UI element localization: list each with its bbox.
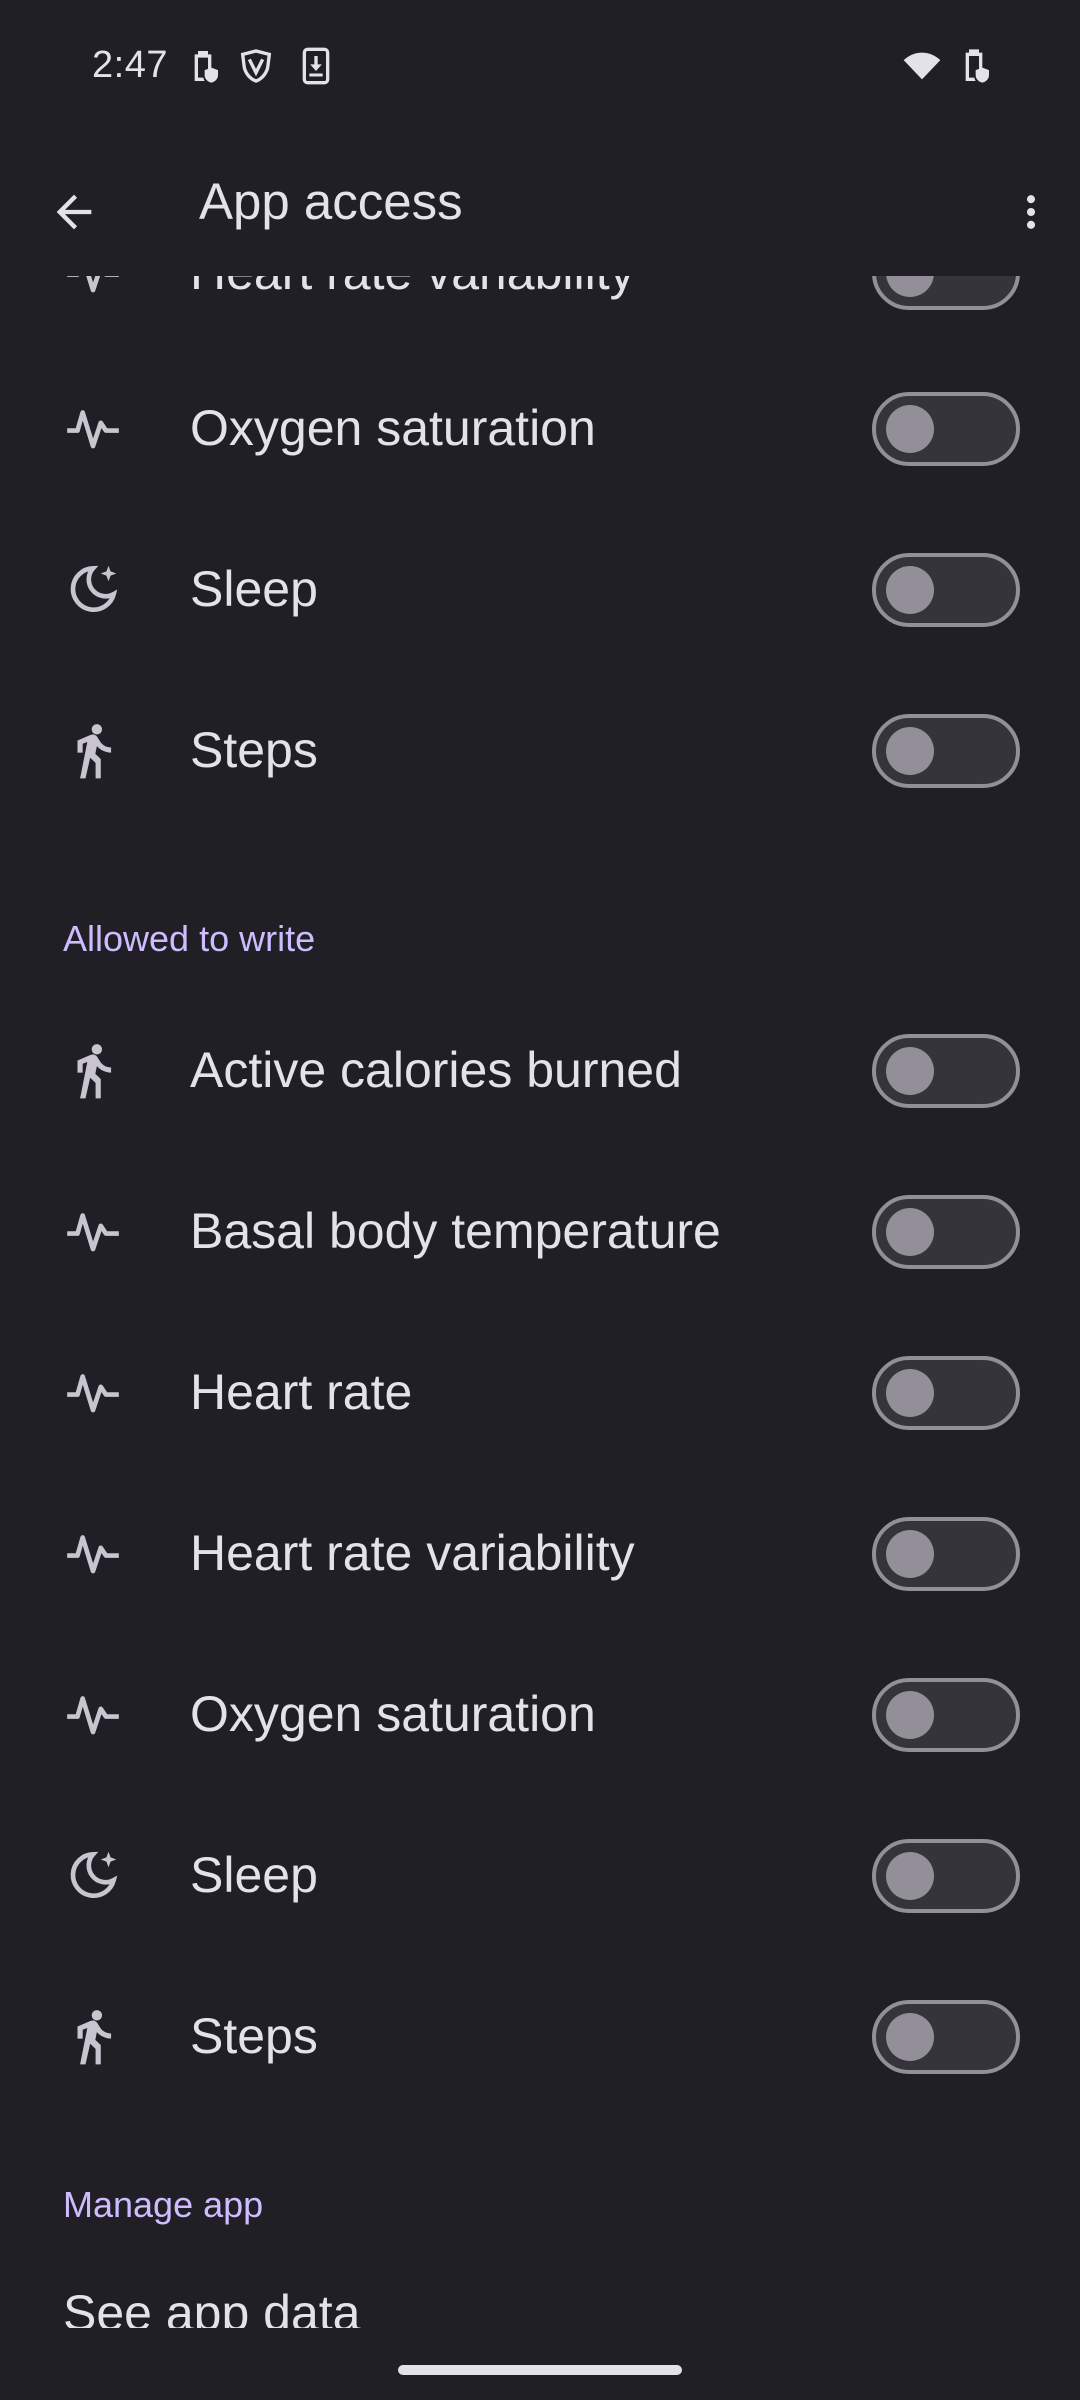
permission-label: Heart rate variability [190,276,635,301]
permission-label: Sleep [190,561,318,617]
permission-row-heart-rate-variability[interactable]: Heart rate variability [0,1473,1080,1633]
toggle-thumb [886,405,934,453]
toggle-thumb [886,727,934,775]
permission-row-steps[interactable]: Steps [0,1956,1080,2116]
more-options-button[interactable] [996,170,1066,254]
permission-toggle[interactable] [872,276,1020,310]
directions-run-icon [62,2005,124,2067]
sleep-moon-icon [62,558,124,620]
permission-row-basal-body-temperature[interactable]: Basal body temperature [0,1151,1080,1311]
permission-toggle[interactable] [872,1034,1020,1108]
vitals-icon [62,1683,124,1745]
toggle-thumb [886,566,934,614]
permission-row-sleep[interactable]: Sleep [0,509,1080,669]
see-app-data-link[interactable]: See app data [63,2284,361,2328]
vitals-icon [62,1522,124,1584]
permission-toggle[interactable] [872,1356,1020,1430]
permission-toggle[interactable] [872,392,1020,466]
wifi-icon [900,46,944,86]
permission-label: Oxygen saturation [190,1686,596,1742]
arrow-back-icon [56,194,92,230]
directions-run-icon [62,1039,124,1101]
battery-charging-icon [954,46,994,86]
permission-label: Basal body temperature [190,1203,721,1259]
permission-toggle[interactable] [872,714,1020,788]
vitals-icon [62,276,124,303]
permission-row-heart-rate[interactable]: Heart rate [0,1312,1080,1472]
vitals-icon [62,1200,124,1262]
permission-label: Sleep [190,1847,318,1903]
toggle-thumb [886,1852,934,1900]
section-header-allowed-to-write: Allowed to write [63,918,316,959]
sleep-moon-icon [62,1844,124,1906]
toggle-thumb [886,1691,934,1739]
battery-saver-icon [183,46,223,86]
permission-toggle[interactable] [872,2000,1020,2074]
toggle-thumb [886,1530,934,1578]
permission-label: Heart rate variability [190,1525,635,1581]
more-vertical-icon [1026,195,1036,229]
permission-label: Steps [190,722,318,778]
permission-toggle[interactable] [872,553,1020,627]
permission-label: Steps [190,2008,318,2064]
vpn-shield-icon [236,46,276,86]
permissions-list[interactable]: Heart rate variability Oxygen saturation… [0,276,1080,2328]
permission-toggle[interactable] [872,1678,1020,1752]
toggle-thumb [886,276,934,297]
toggle-thumb [886,1047,934,1095]
permission-row-active-calories-burned[interactable]: Active calories burned [0,990,1080,1150]
section-header-manage-app: Manage app [63,2184,264,2225]
status-time: 2:47 [92,44,168,86]
permission-label: Oxygen saturation [190,400,596,456]
gesture-navigation-handle[interactable] [398,2365,682,2375]
permission-label: Active calories burned [190,1042,682,1098]
permission-toggle[interactable] [872,1517,1020,1591]
page-title: App access [199,173,463,230]
toggle-thumb [886,1369,934,1417]
toggle-thumb [886,1208,934,1256]
vitals-icon [62,397,124,459]
top-app-bar: App access [0,136,1080,276]
permission-toggle[interactable] [872,1839,1020,1913]
permission-row-oxygen-saturation[interactable]: Oxygen saturation [0,348,1080,508]
permission-row-heart-rate-variability[interactable]: Heart rate variability [0,276,1080,352]
download-icon [296,46,336,86]
permission-row-oxygen-saturation[interactable]: Oxygen saturation [0,1634,1080,1794]
toggle-thumb [886,2013,934,2061]
permission-toggle[interactable] [872,1195,1020,1269]
vitals-icon [62,1361,124,1423]
permission-label: Heart rate [190,1364,413,1420]
permission-row-sleep[interactable]: Sleep [0,1795,1080,1955]
directions-run-icon [62,719,124,781]
status-bar: 2:47 [0,0,1080,136]
back-button[interactable] [32,170,116,254]
permission-row-steps[interactable]: Steps [0,670,1080,830]
